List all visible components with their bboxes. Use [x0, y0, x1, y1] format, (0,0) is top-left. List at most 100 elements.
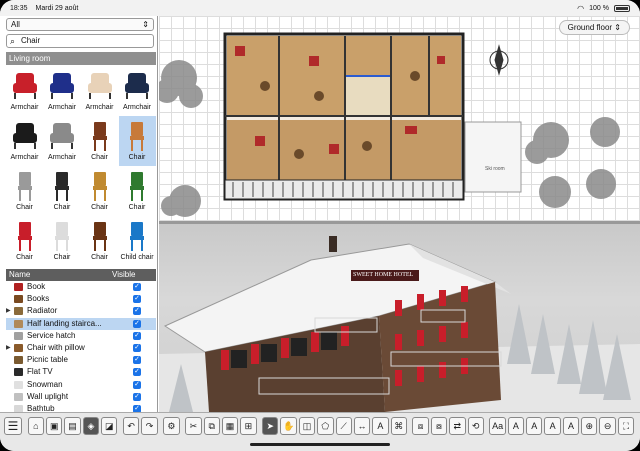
catalog-item[interactable]: Chair	[81, 216, 118, 266]
undo-icon[interactable]: ↶	[123, 416, 140, 435]
furniture-thumbnail-icon	[14, 392, 23, 401]
expand-triangle-icon[interactable]: ▶	[6, 305, 11, 317]
catalog-item-label: Child chair	[120, 254, 154, 261]
paste-icon[interactable]: ▦	[221, 416, 239, 435]
3d-view[interactable]: SWEET HOME HOTEL	[159, 224, 640, 412]
furniture-row[interactable]: Service hatch ✓	[6, 330, 156, 342]
visible-checkbox[interactable]: ✓	[133, 368, 141, 377]
catalog-search-input[interactable]: ⌕ Chair	[6, 34, 154, 48]
furniture-row[interactable]: Wall uplight ✓	[6, 391, 156, 403]
create-walls-icon[interactable]: ◫	[298, 416, 316, 435]
chair-icon	[122, 219, 152, 253]
visible-checkbox[interactable]: ✓	[133, 283, 141, 291]
decrease-text-icon[interactable]: A	[562, 416, 580, 435]
status-time: 18:35	[10, 4, 28, 12]
visible-checkbox[interactable]: ✓	[133, 392, 141, 401]
furniture-row[interactable]: Snowman ✓	[6, 379, 156, 391]
menu-icon[interactable]: ☰	[4, 416, 23, 435]
visible-checkbox[interactable]: ✓	[133, 295, 141, 304]
furniture-row[interactable]: Bathtub ✓	[6, 403, 156, 412]
furniture-row[interactable]: Half landing stairca... ✓	[6, 317, 156, 330]
add-furniture-icon[interactable]: ⊞	[240, 416, 257, 435]
group-icon[interactable]: ⧈	[412, 416, 429, 435]
zoom-out-icon[interactable]: ⊖	[599, 416, 616, 435]
visible-checkbox[interactable]: ✓	[133, 319, 141, 328]
catalog-item[interactable]: Armchair	[119, 66, 156, 116]
increase-text-icon[interactable]: A	[544, 416, 561, 435]
create-photo-icon[interactable]: ⌘	[390, 416, 407, 435]
catalog-item[interactable]: Child chair	[119, 216, 156, 266]
furniture-thumbnail-icon	[14, 404, 23, 412]
catalog-item[interactable]: Armchair	[44, 66, 81, 116]
visible-checkbox[interactable]: ✓	[133, 331, 141, 340]
catalog-item[interactable]: Armchair	[6, 116, 43, 166]
home-indicator-area	[0, 438, 640, 451]
add-text-icon[interactable]: A	[372, 416, 389, 435]
furniture-row[interactable]: Book ✓	[6, 281, 156, 293]
status-date: Mardi 29 août	[35, 4, 79, 12]
furniture-row[interactable]: Flat TV ✓	[6, 366, 156, 378]
catalog-item[interactable]: Armchair	[44, 116, 81, 166]
catalog-item[interactable]: Chair	[44, 166, 81, 216]
expand-triangle-icon[interactable]: ▶	[6, 342, 11, 354]
visible-checkbox[interactable]: ✓	[133, 404, 141, 412]
text-style-icon[interactable]: Aa	[489, 416, 506, 435]
visible-checkbox[interactable]: ✓	[133, 307, 141, 316]
catalog-item[interactable]: Armchair	[81, 66, 118, 116]
create-rooms-icon[interactable]: ⬠	[317, 416, 334, 435]
furniture-row[interactable]: Books ✓	[6, 293, 156, 305]
catalog-item[interactable]: Chair	[6, 216, 43, 266]
ungroup-icon[interactable]: ⧇	[430, 416, 448, 435]
new-home-icon[interactable]: ⌂	[27, 416, 45, 435]
copy-icon[interactable]: ⧉	[203, 416, 220, 435]
catalog-item[interactable]: Chair	[6, 166, 43, 216]
redo-icon[interactable]: ↷	[141, 416, 158, 435]
catalog-item-label: Armchair	[47, 154, 76, 161]
view-3d-icon[interactable]: ◈	[82, 416, 100, 435]
flip-icon[interactable]: ⇄	[449, 416, 466, 435]
home-indicator[interactable]	[250, 443, 390, 446]
bold-icon[interactable]: A	[507, 416, 525, 435]
create-dimensions-icon[interactable]: ↔	[353, 416, 371, 435]
furniture-row[interactable]: ▶ Chair with pillow ✓	[6, 342, 156, 354]
catalog-item[interactable]: Chair	[81, 166, 118, 216]
cut-icon[interactable]: ✂	[185, 416, 202, 435]
visible-checkbox[interactable]: ✓	[133, 343, 141, 352]
armchair-icon	[47, 69, 77, 103]
fit-icon[interactable]: ⛶	[617, 416, 635, 435]
column-name-header[interactable]: Name	[9, 269, 30, 281]
select-mode-icon[interactable]: ➤	[262, 416, 279, 435]
save-icon[interactable]: ▤	[64, 416, 81, 435]
create-polylines-icon[interactable]: ⟋	[335, 416, 352, 435]
catalog-item[interactable]: Chair	[81, 116, 118, 166]
italic-icon[interactable]: A	[526, 416, 543, 435]
catalog-item[interactable]: Chair	[44, 216, 81, 266]
catalog-item[interactable]: Armchair	[6, 66, 43, 116]
zoom-in-icon[interactable]: ⊕	[581, 416, 598, 435]
pan-mode-icon[interactable]: ✋	[280, 416, 297, 435]
level-selector-button[interactable]: Ground floor ⇕	[558, 20, 630, 35]
visible-checkbox[interactable]: ✓	[133, 356, 141, 365]
catalog-item[interactable]: Chair	[119, 166, 156, 216]
open-icon[interactable]: ▣	[46, 416, 63, 435]
furniture-row[interactable]: Picnic table ✓	[6, 354, 156, 366]
virtual-visit-icon[interactable]: ◪	[101, 416, 118, 435]
catalog-grid: Armchair Armchair Armchair Armchair Armchair…	[6, 66, 156, 278]
chair-icon	[47, 169, 77, 203]
battery-percent: 100 %	[589, 4, 609, 12]
catalog-item[interactable]: Chair	[118, 116, 156, 166]
furniture-name: Bathtub	[27, 403, 55, 412]
furniture-row[interactable]: ▶ Radiator ✓	[6, 305, 156, 317]
category-select[interactable]: All ⇕	[6, 18, 154, 31]
furniture-name: Service hatch	[27, 330, 76, 340]
chair-icon	[85, 219, 115, 253]
column-visible-header[interactable]: Visible	[112, 269, 135, 281]
catalog-item-label: Armchair	[10, 104, 39, 111]
visible-checkbox[interactable]: ✓	[133, 380, 141, 389]
floor-plan-drawing	[159, 32, 620, 217]
category-select-value: All	[11, 20, 20, 29]
rotate-icon[interactable]: ⟲	[467, 416, 484, 435]
preferences-icon[interactable]: ⚙	[163, 416, 180, 435]
plan-view[interactable]: Ski room Ground floor ⇕	[159, 16, 640, 221]
chair-icon	[122, 119, 152, 153]
